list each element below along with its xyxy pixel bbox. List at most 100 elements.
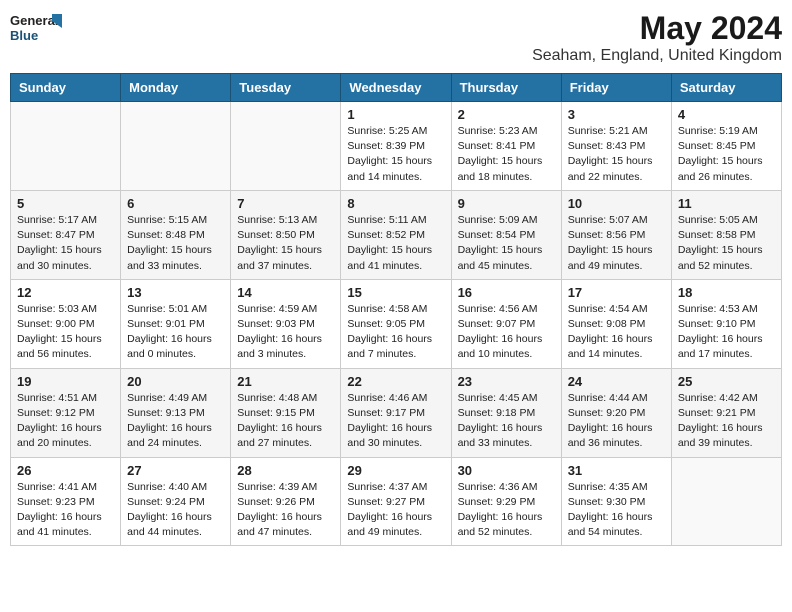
svg-text:General: General [10, 13, 58, 28]
day-info: Sunrise: 5:21 AM Sunset: 8:43 PM Dayligh… [568, 124, 665, 185]
day-info: Sunrise: 5:19 AM Sunset: 8:45 PM Dayligh… [678, 124, 775, 185]
calendar-cell: 1Sunrise: 5:25 AM Sunset: 8:39 PM Daylig… [341, 102, 451, 191]
day-info: Sunrise: 5:01 AM Sunset: 9:01 PM Dayligh… [127, 302, 224, 363]
calendar-cell: 15 Sunrise: 4:58 AM Sunset: 9:05 PM Dayli… [341, 279, 451, 368]
calendar-cell [11, 102, 121, 191]
calendar-cell [121, 102, 231, 191]
day-number: 2 [458, 107, 555, 122]
day-number: 21 [237, 374, 334, 389]
calendar-cell [671, 457, 781, 546]
calendar-cell: 14 Sunrise: 4:59 AM Sunset: 9:03 PM Dayli… [231, 279, 341, 368]
day-number: 15 [347, 285, 444, 300]
day-info: Sunrise: 5:07 AM Sunset: 8:56 PM Dayligh… [568, 213, 665, 274]
day-info: Sunrise: 4:54 AM Sunset: 9:08 PM Dayligh… [568, 302, 665, 363]
calendar-cell: 28 Sunrise: 4:39 AM Sunset: 9:26 PM Dayli… [231, 457, 341, 546]
day-info: Sunrise: 4:40 AM Sunset: 9:24 PM Dayligh… [127, 480, 224, 541]
calendar-cell: 31Sunrise: 4:35 AM Sunset: 9:30 PM Dayli… [561, 457, 671, 546]
calendar-cell: 26Sunrise: 4:41 AM Sunset: 9:23 PM Dayli… [11, 457, 121, 546]
calendar-cell: 9 Sunrise: 5:09 AM Sunset: 8:54 PM Daylig… [451, 190, 561, 279]
day-info: Sunrise: 4:51 AM Sunset: 9:12 PM Dayligh… [17, 391, 114, 452]
calendar-header-friday: Friday [561, 74, 671, 102]
calendar-week-2: 5 Sunrise: 5:17 AM Sunset: 8:47 PM Daylig… [11, 190, 782, 279]
calendar-cell: 4 Sunrise: 5:19 AM Sunset: 8:45 PM Daylig… [671, 102, 781, 191]
logo-svg: GeneralBlue [10, 10, 65, 46]
calendar-cell: 3 Sunrise: 5:21 AM Sunset: 8:43 PM Daylig… [561, 102, 671, 191]
day-info: Sunrise: 5:17 AM Sunset: 8:47 PM Dayligh… [17, 213, 114, 274]
calendar-cell: 30 Sunrise: 4:36 AM Sunset: 9:29 PM Dayli… [451, 457, 561, 546]
calendar-cell: 5 Sunrise: 5:17 AM Sunset: 8:47 PM Daylig… [11, 190, 121, 279]
day-number: 22 [347, 374, 444, 389]
day-number: 18 [678, 285, 775, 300]
day-info: Sunrise: 5:13 AM Sunset: 8:50 PM Dayligh… [237, 213, 334, 274]
day-number: 9 [458, 196, 555, 211]
day-number: 5 [17, 196, 114, 211]
calendar-cell: 19 Sunrise: 4:51 AM Sunset: 9:12 PM Dayli… [11, 368, 121, 457]
day-info: Sunrise: 4:56 AM Sunset: 9:07 PM Dayligh… [458, 302, 555, 363]
day-info: Sunrise: 5:05 AM Sunset: 8:58 PM Dayligh… [678, 213, 775, 274]
day-number: 11 [678, 196, 775, 211]
day-info: Sunrise: 4:42 AM Sunset: 9:21 PM Dayligh… [678, 391, 775, 452]
header: GeneralBlue May 2024 Seaham, England, Un… [10, 10, 782, 65]
day-number: 31 [568, 463, 665, 478]
day-info: Sunrise: 4:39 AM Sunset: 9:26 PM Dayligh… [237, 480, 334, 541]
day-info: Sunrise: 4:44 AM Sunset: 9:20 PM Dayligh… [568, 391, 665, 452]
calendar-cell: 16 Sunrise: 4:56 AM Sunset: 9:07 PM Dayli… [451, 279, 561, 368]
calendar-header-sunday: Sunday [11, 74, 121, 102]
day-number: 12 [17, 285, 114, 300]
day-number: 24 [568, 374, 665, 389]
day-number: 27 [127, 463, 224, 478]
calendar-header-row: SundayMondayTuesdayWednesdayThursdayFrid… [11, 74, 782, 102]
day-number: 20 [127, 374, 224, 389]
calendar-week-3: 12 Sunrise: 5:03 AM Sunset: 9:00 PM Dayli… [11, 279, 782, 368]
day-info: Sunrise: 4:53 AM Sunset: 9:10 PM Dayligh… [678, 302, 775, 363]
svg-text:Blue: Blue [10, 28, 38, 43]
day-info: Sunrise: 4:48 AM Sunset: 9:15 PM Dayligh… [237, 391, 334, 452]
day-info: Sunrise: 4:59 AM Sunset: 9:03 PM Dayligh… [237, 302, 334, 363]
day-number: 19 [17, 374, 114, 389]
day-number: 3 [568, 107, 665, 122]
calendar-cell: 22Sunrise: 4:46 AM Sunset: 9:17 PM Dayli… [341, 368, 451, 457]
day-number: 29 [347, 463, 444, 478]
day-number: 16 [458, 285, 555, 300]
day-info: Sunrise: 4:36 AM Sunset: 9:29 PM Dayligh… [458, 480, 555, 541]
calendar-header-saturday: Saturday [671, 74, 781, 102]
day-number: 4 [678, 107, 775, 122]
calendar-week-4: 19 Sunrise: 4:51 AM Sunset: 9:12 PM Dayli… [11, 368, 782, 457]
main-title: May 2024 [532, 10, 782, 47]
day-info: Sunrise: 5:09 AM Sunset: 8:54 PM Dayligh… [458, 213, 555, 274]
day-info: Sunrise: 5:15 AM Sunset: 8:48 PM Dayligh… [127, 213, 224, 274]
logo: GeneralBlue [10, 10, 65, 46]
calendar-cell: 6Sunrise: 5:15 AM Sunset: 8:48 PM Daylig… [121, 190, 231, 279]
calendar-cell: 8Sunrise: 5:11 AM Sunset: 8:52 PM Daylig… [341, 190, 451, 279]
calendar-cell: 13Sunrise: 5:01 AM Sunset: 9:01 PM Dayli… [121, 279, 231, 368]
calendar-cell: 20Sunrise: 4:49 AM Sunset: 9:13 PM Dayli… [121, 368, 231, 457]
calendar-table: SundayMondayTuesdayWednesdayThursdayFrid… [10, 73, 782, 546]
calendar-cell: 11 Sunrise: 5:05 AM Sunset: 8:58 PM Dayli… [671, 190, 781, 279]
calendar-cell: 2 Sunrise: 5:23 AM Sunset: 8:41 PM Daylig… [451, 102, 561, 191]
calendar-header-thursday: Thursday [451, 74, 561, 102]
calendar-cell: 17 Sunrise: 4:54 AM Sunset: 9:08 PM Dayli… [561, 279, 671, 368]
day-info: Sunrise: 5:23 AM Sunset: 8:41 PM Dayligh… [458, 124, 555, 185]
calendar-cell: 25Sunrise: 4:42 AM Sunset: 9:21 PM Dayli… [671, 368, 781, 457]
calendar-cell: 24 Sunrise: 4:44 AM Sunset: 9:20 PM Dayli… [561, 368, 671, 457]
calendar-header-wednesday: Wednesday [341, 74, 451, 102]
day-number: 28 [237, 463, 334, 478]
day-number: 17 [568, 285, 665, 300]
calendar-cell: 23 Sunrise: 4:45 AM Sunset: 9:18 PM Dayli… [451, 368, 561, 457]
day-info: Sunrise: 5:03 AM Sunset: 9:00 PM Dayligh… [17, 302, 114, 363]
day-info: Sunrise: 5:11 AM Sunset: 8:52 PM Dayligh… [347, 213, 444, 274]
day-number: 23 [458, 374, 555, 389]
day-info: Sunrise: 4:45 AM Sunset: 9:18 PM Dayligh… [458, 391, 555, 452]
day-info: Sunrise: 4:37 AM Sunset: 9:27 PM Dayligh… [347, 480, 444, 541]
day-info: Sunrise: 4:41 AM Sunset: 9:23 PM Dayligh… [17, 480, 114, 541]
day-info: Sunrise: 5:25 AM Sunset: 8:39 PM Dayligh… [347, 124, 444, 185]
day-number: 30 [458, 463, 555, 478]
calendar-cell: 12 Sunrise: 5:03 AM Sunset: 9:00 PM Dayli… [11, 279, 121, 368]
day-number: 14 [237, 285, 334, 300]
calendar-cell: 29 Sunrise: 4:37 AM Sunset: 9:27 PM Dayli… [341, 457, 451, 546]
calendar-cell [231, 102, 341, 191]
calendar-header-tuesday: Tuesday [231, 74, 341, 102]
day-number: 10 [568, 196, 665, 211]
calendar-cell: 18 Sunrise: 4:53 AM Sunset: 9:10 PM Dayli… [671, 279, 781, 368]
day-info: Sunrise: 4:58 AM Sunset: 9:05 PM Dayligh… [347, 302, 444, 363]
